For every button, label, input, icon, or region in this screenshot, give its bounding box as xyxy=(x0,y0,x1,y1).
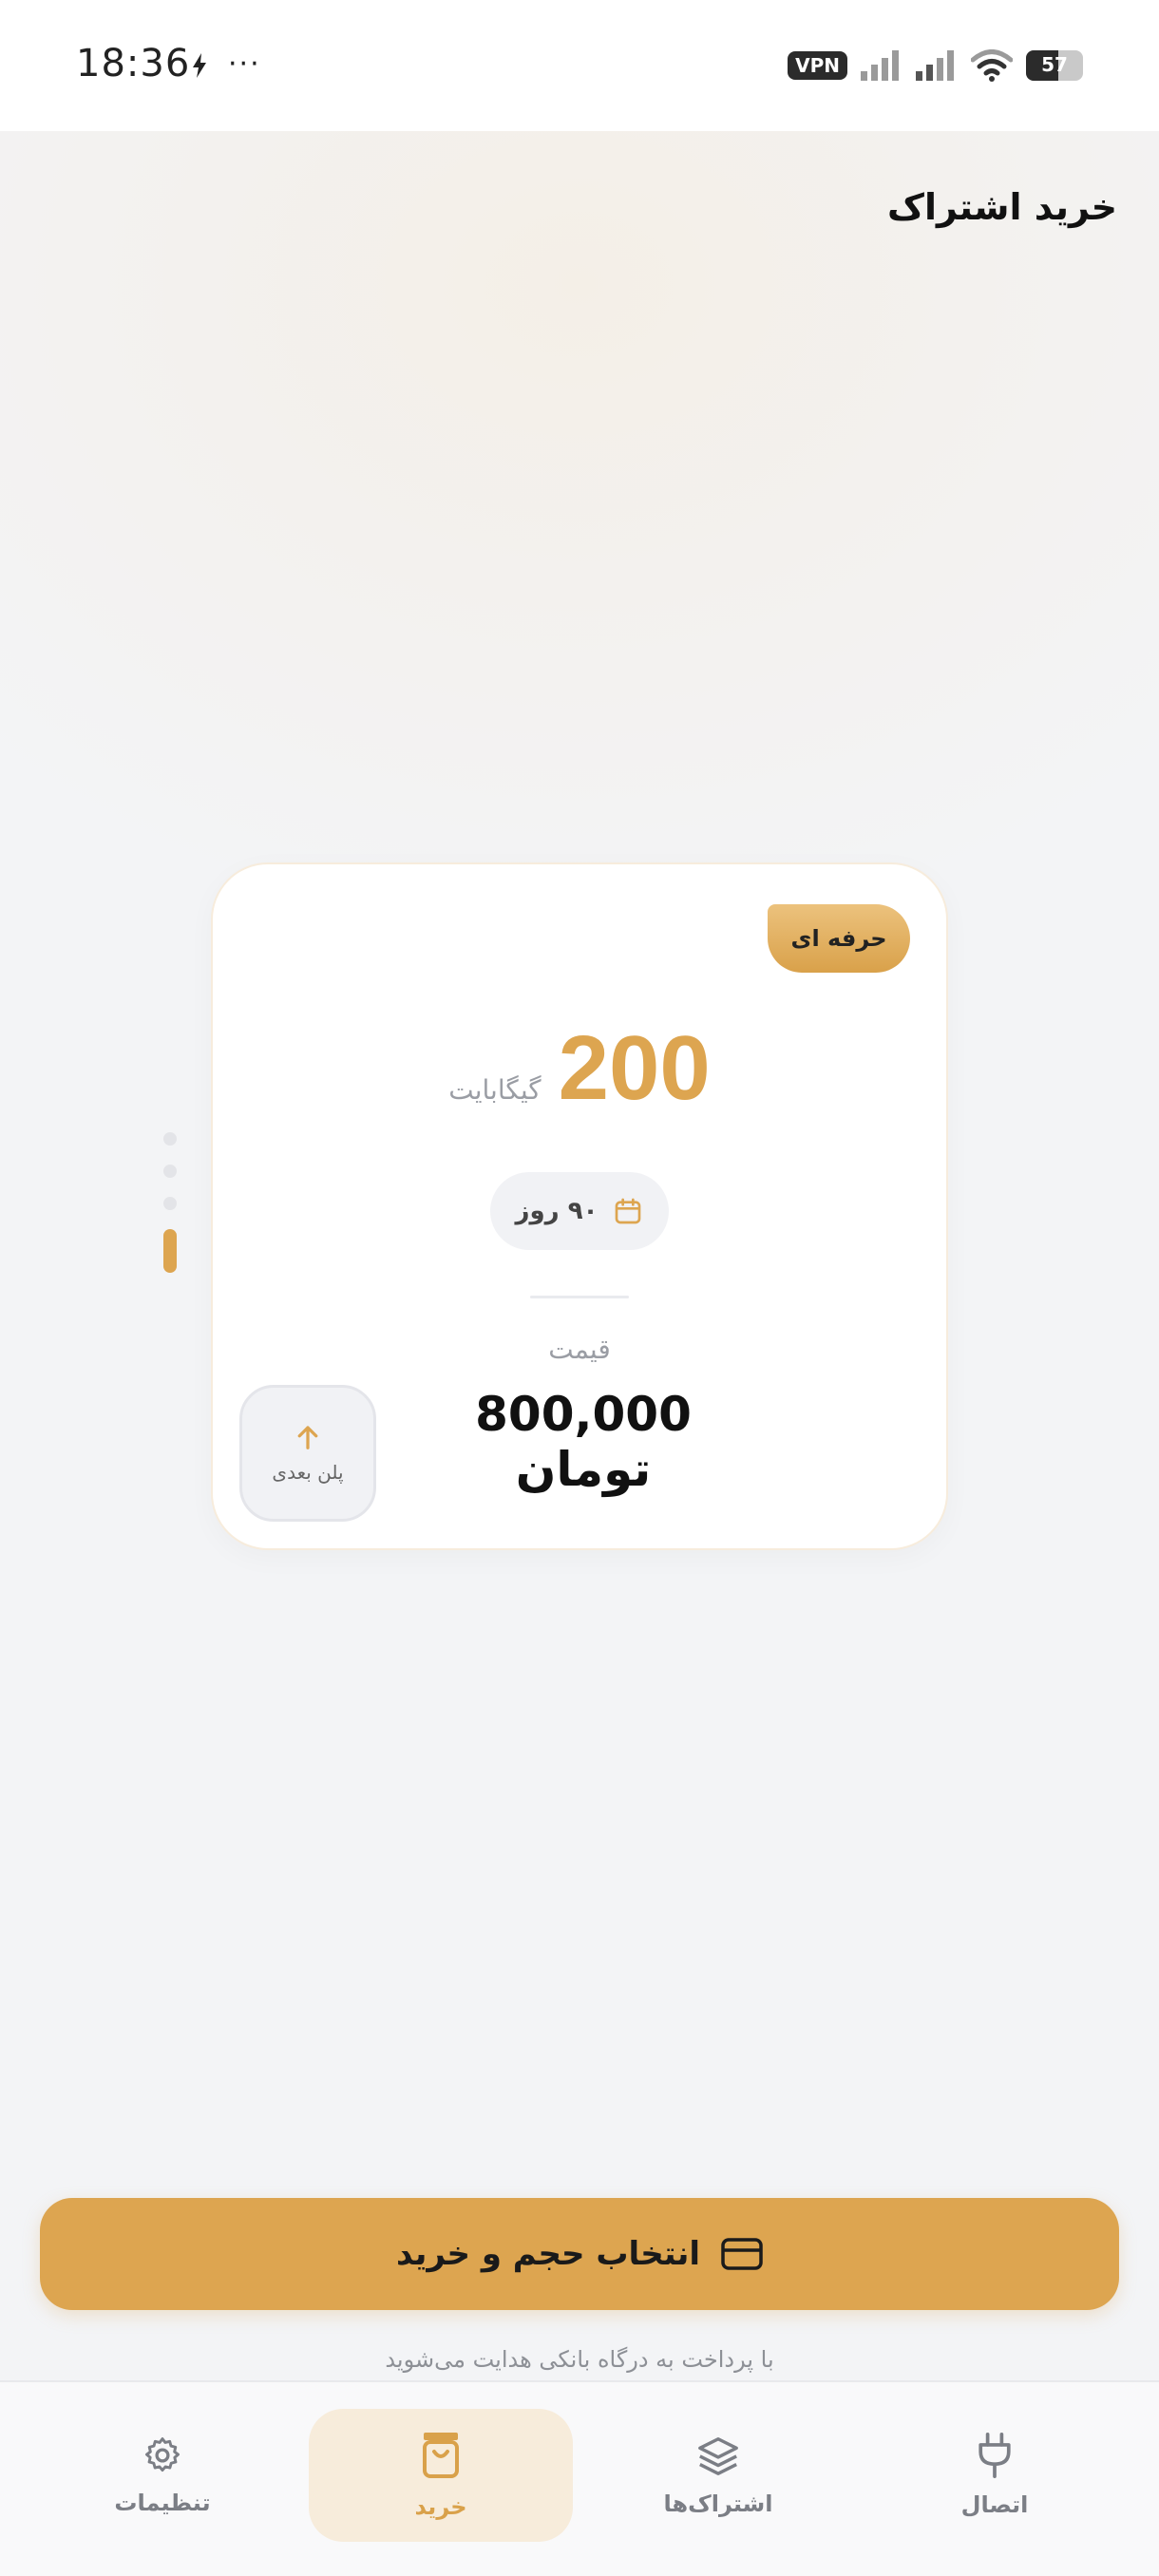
wifi-icon xyxy=(971,49,1013,82)
cta-label: انتخاب حجم و خرید xyxy=(395,2235,701,2273)
carousel-dot[interactable] xyxy=(163,1165,177,1178)
signal-icon xyxy=(861,50,899,81)
plan-card[interactable]: حرفه ای گیگابایت 200 ۹۰ روز قیمت 800,000… xyxy=(211,862,948,1550)
shopping-bag-icon xyxy=(423,2433,459,2478)
signal-icon-2 xyxy=(916,50,954,81)
carousel-dot[interactable] xyxy=(163,1197,177,1210)
nav-label-subscriptions: اشتراک‌ها xyxy=(663,2491,773,2517)
price-value: 800,000 تومان xyxy=(475,1387,692,1497)
battery-icon: 57 xyxy=(1026,50,1083,81)
credit-card-icon xyxy=(721,2238,763,2270)
nav-label-buy: خرید xyxy=(414,2493,467,2520)
next-plan-label: پلن بعدی xyxy=(272,1461,344,1484)
price-label: قیمت xyxy=(548,1334,611,1365)
duration-text: ۹۰ روز xyxy=(515,1197,598,1225)
volume-unit: گیگابایت xyxy=(448,1074,542,1106)
charging-icon xyxy=(193,53,206,78)
nav-label-connection: اتصال xyxy=(960,2491,1029,2518)
status-indicators: VPN 57 xyxy=(788,49,1083,82)
card-divider xyxy=(530,1296,629,1298)
calendar-icon xyxy=(616,1198,641,1224)
nav-item-connection[interactable]: اتصال xyxy=(863,2409,1127,2542)
status-bar: 18:36 ··· VPN 57 xyxy=(0,0,1159,131)
page-title: خرید اشتراک xyxy=(887,186,1117,228)
next-plan-button[interactable]: پلن بعدی xyxy=(239,1385,376,1522)
plan-tier-badge: حرفه ای xyxy=(768,904,910,973)
vpn-icon: VPN xyxy=(788,51,847,80)
plan-duration: ۹۰ روز xyxy=(490,1172,669,1250)
more-notifications-icon: ··· xyxy=(228,47,261,81)
battery-level: 57 xyxy=(1041,53,1068,76)
arrow-up-icon xyxy=(297,1426,318,1449)
carousel-dot-active[interactable] xyxy=(163,1229,177,1273)
status-time: 18:36 xyxy=(76,42,191,85)
layers-icon xyxy=(698,2437,738,2475)
nav-item-buy[interactable]: خرید xyxy=(309,2409,573,2542)
select-volume-and-buy-button[interactable]: انتخاب حجم و خرید xyxy=(40,2198,1119,2310)
gear-icon xyxy=(145,2437,180,2472)
plan-carousel-indicator[interactable] xyxy=(163,1132,177,1292)
plan-volume: گیگابایت 200 xyxy=(213,1016,946,1121)
nav-item-subscriptions[interactable]: اشتراک‌ها xyxy=(586,2409,850,2542)
bottom-navigation: تنظیمات خرید اشتراک‌ها xyxy=(0,2380,1159,2576)
volume-value: 200 xyxy=(558,1017,711,1119)
payment-redirect-note: با پرداخت به درگاه بانکی هدایت می‌شوید xyxy=(385,2346,774,2373)
carousel-dot[interactable] xyxy=(163,1132,177,1146)
nav-label-settings: تنظیمات xyxy=(114,2490,211,2516)
plug-icon xyxy=(978,2433,1011,2478)
nav-item-settings[interactable]: تنظیمات xyxy=(30,2409,294,2542)
app-screen: 18:36 ··· VPN 57 خرید اشتراک حرفه ای گیگ… xyxy=(0,0,1159,2576)
